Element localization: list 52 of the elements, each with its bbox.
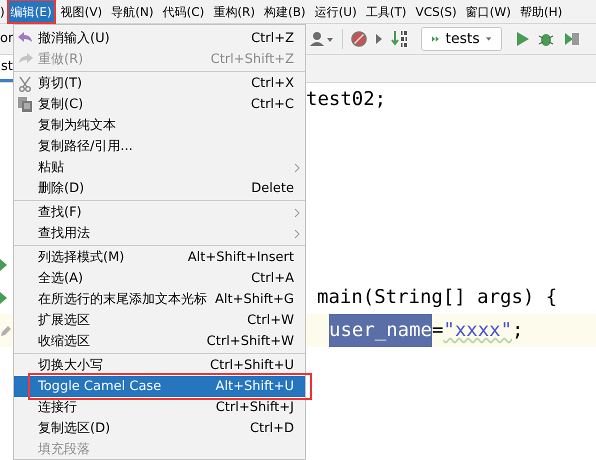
- menu-bar-item[interactable]: 导航(N): [108, 0, 157, 23]
- user-icon[interactable]: [310, 31, 334, 47]
- run-gutter-icon[interactable]: [0, 258, 7, 270]
- toolbar-text: or: [0, 30, 14, 48]
- menu-item[interactable]: 复制(C) Ctrl+C: [14, 94, 305, 115]
- run-gutter-icon[interactable]: [0, 292, 7, 304]
- menu-item[interactable]: 收缩选区 Ctrl+Shift+W: [14, 331, 305, 352]
- menu-item[interactable]: 查找用法: [14, 223, 305, 244]
- selected-code-text: user_name: [329, 314, 432, 347]
- pencil-icon: [0, 324, 12, 336]
- menu-item[interactable]: 查找(F): [14, 202, 305, 223]
- menu-item[interactable]: 列选择模式(M) Alt+Shift+Insert: [14, 247, 305, 268]
- menu-item[interactable]: 粘贴: [14, 157, 305, 178]
- menu-item[interactable]: 复制选区(D) Ctrl+D: [14, 418, 305, 439]
- scissors-icon: [18, 76, 32, 92]
- menu-bar-item[interactable]: ): [0, 0, 5, 23]
- menu-bar-item[interactable]: 构建(B): [261, 0, 309, 23]
- run-config-dropdown[interactable]: tests: [421, 27, 502, 51]
- coverage-icon[interactable]: [564, 31, 580, 47]
- menu-bar-item[interactable]: 工具(T): [362, 0, 410, 23]
- stop-icon[interactable]: [351, 31, 367, 47]
- menu-bar-item[interactable]: 编辑(E): [8, 0, 55, 23]
- menu-item[interactable]: 复制路径/引用...: [14, 136, 305, 157]
- run-icon[interactable]: [516, 31, 530, 47]
- menu-bar-item[interactable]: 帮助(H): [516, 0, 566, 23]
- code-text: test02;: [306, 87, 386, 112]
- menu-item[interactable]: 扩展选区 Ctrl+W: [14, 310, 305, 331]
- menu-bar-item[interactable]: 运行(U): [312, 0, 360, 23]
- menu-item[interactable]: 连接行 Ctrl+Shift+J: [14, 397, 305, 418]
- redo-icon: [18, 52, 33, 64]
- menu-item[interactable]: 全选(A) Ctrl+A: [14, 268, 305, 289]
- menu-item[interactable]: 撤消输入(U) Ctrl+Z: [14, 28, 305, 49]
- bug-icon[interactable]: [538, 31, 556, 47]
- menu-bar-item[interactable]: 代码(C): [160, 0, 208, 23]
- code-string: "xxxx": [443, 318, 512, 344]
- code-text: ;: [512, 318, 524, 344]
- menu-item[interactable]: 切换大小写 Ctrl+Shift+U: [14, 355, 305, 376]
- run-all-icon: [432, 34, 440, 44]
- play-icon[interactable]: [375, 34, 383, 44]
- code-text: =: [432, 318, 444, 344]
- menu-item[interactable]: 在所选行的末尾添加文本光标 Alt+Shift+G: [14, 289, 305, 310]
- menu-item[interactable]: 复制为纯文本: [14, 115, 305, 136]
- menu-bar-item[interactable]: 重构(R): [210, 0, 258, 23]
- menu-item[interactable]: 剪切(T) Ctrl+X: [14, 73, 305, 94]
- menu-item[interactable]: 删除(D) Delete: [14, 178, 305, 199]
- copy-icon: [18, 97, 32, 112]
- code-text: main(String[] args) {: [317, 285, 558, 310]
- caret-icon: [486, 36, 491, 42]
- menu-bar-item[interactable]: 视图(V): [58, 0, 106, 23]
- menu-bar-item[interactable]: 窗口(W): [462, 0, 514, 23]
- undo-icon: [18, 31, 33, 43]
- menu-bar-item[interactable]: VCS(S): [412, 0, 460, 23]
